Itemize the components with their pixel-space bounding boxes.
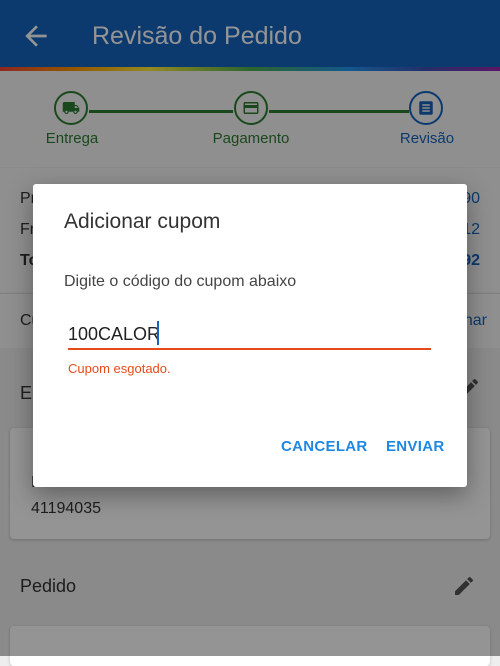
coupon-error-message: Cupom esgotado. xyxy=(68,361,171,376)
coupon-code-input[interactable] xyxy=(68,319,430,349)
add-coupon-dialog: Adicionar cupom Digite o código do cupom… xyxy=(33,184,467,487)
cancel-button[interactable]: CANCELAR xyxy=(281,438,368,455)
dialog-title: Adicionar cupom xyxy=(64,210,221,233)
submit-button[interactable]: ENVIAR xyxy=(386,438,444,455)
dialog-message: Digite o código do cupom abaixo xyxy=(64,273,297,290)
text-caret xyxy=(157,321,159,345)
input-underline xyxy=(68,348,431,350)
